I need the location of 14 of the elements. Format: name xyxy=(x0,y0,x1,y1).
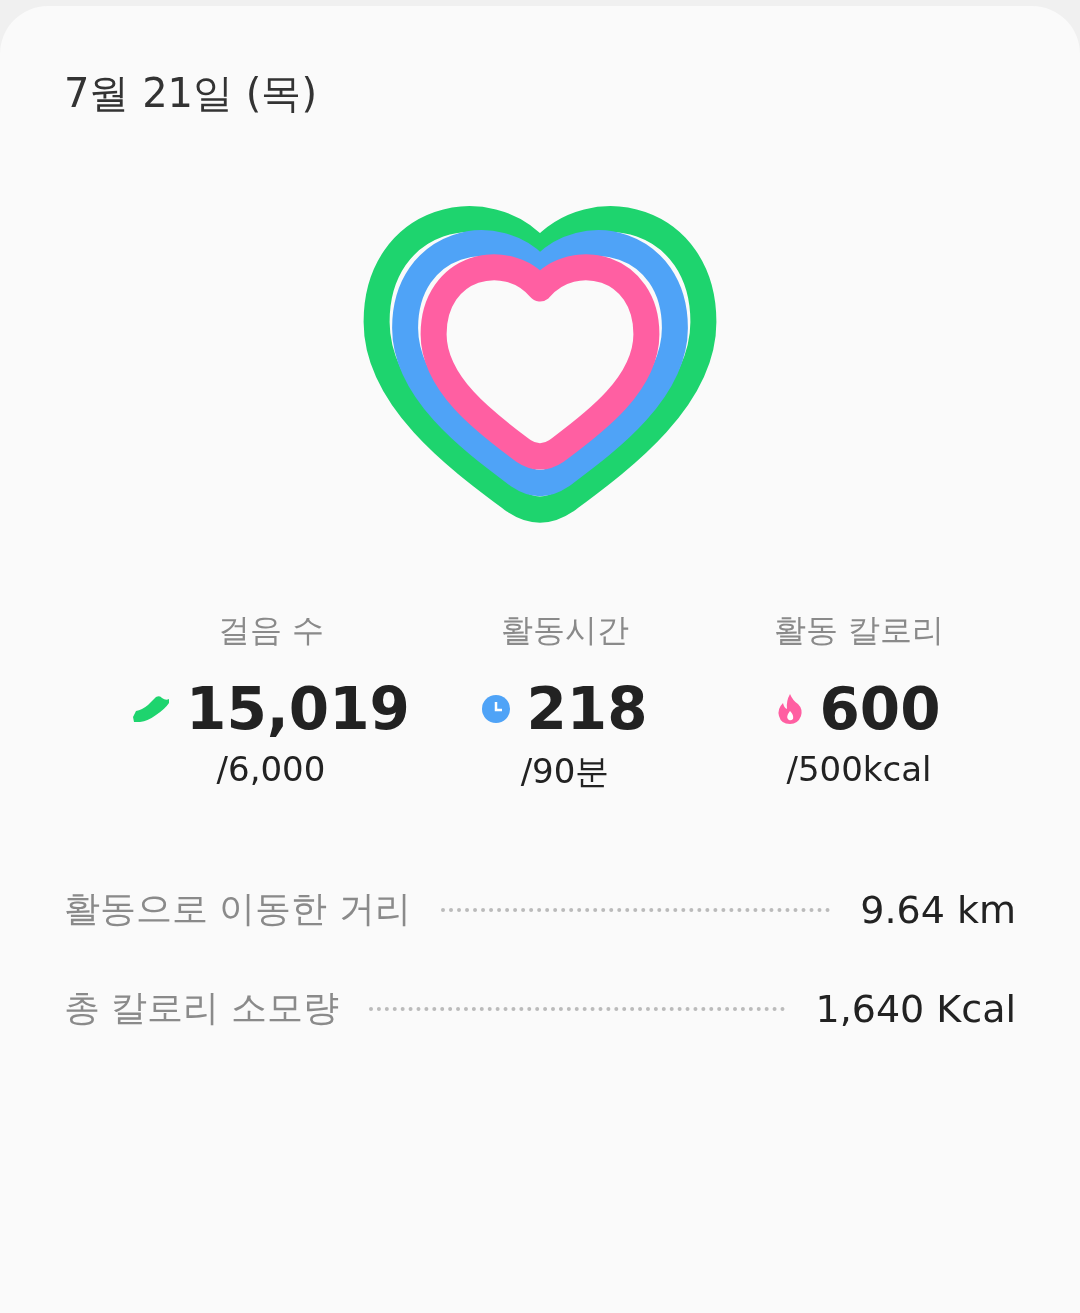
stat-value: 218 xyxy=(526,675,648,743)
stat-label: 활동 칼로리 xyxy=(773,610,945,651)
stat-goal: /500kcal xyxy=(786,749,932,789)
detail-label: 총 칼로리 소모량 xyxy=(64,986,339,1030)
stat-goal: /6,000 xyxy=(216,749,326,789)
detail-label: 활동으로 이동한 거리 xyxy=(64,887,411,931)
detail-value: 9.64 km xyxy=(860,887,1016,932)
stat-goal: /90분 xyxy=(520,750,610,793)
detail-value: 1,640 Kcal xyxy=(815,986,1016,1031)
stat-value: 15,019 xyxy=(186,675,410,743)
stat-value: 600 xyxy=(819,675,941,743)
stat-label: 걸음 수 xyxy=(217,610,325,651)
stat-label: 활동시간 xyxy=(501,610,629,651)
date-title: 7월 21일 (목) xyxy=(64,69,318,118)
